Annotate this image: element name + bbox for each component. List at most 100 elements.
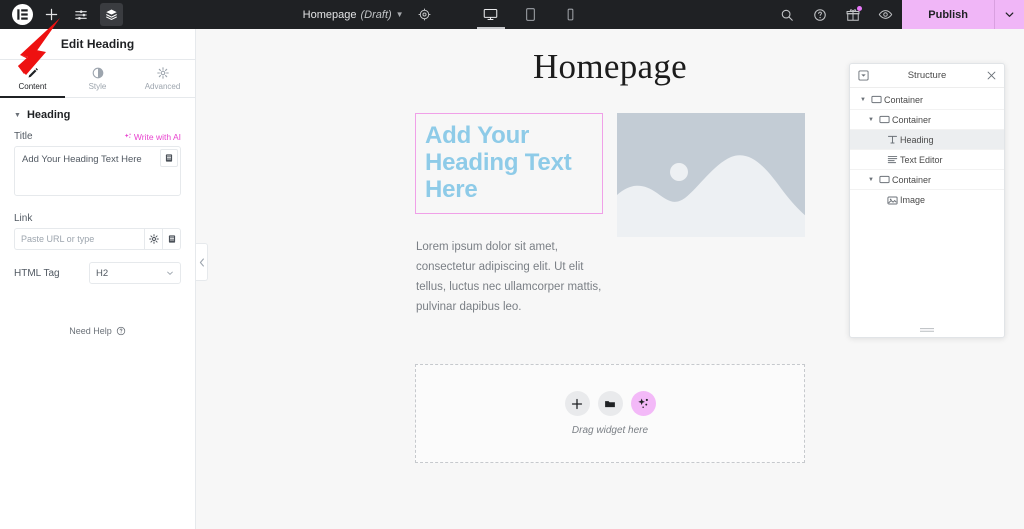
tab-advanced[interactable]: Advanced [130,60,195,97]
tab-content[interactable]: Content [0,60,65,98]
caret-down-icon: ▼ [14,111,21,119]
dropzone-label: Drag widget here [571,425,649,437]
structure-item-heading[interactable]: Heading [850,130,1004,150]
link-options-button[interactable] [144,228,163,250]
caret-down-icon[interactable]: ▼ [858,97,868,103]
question-circle-icon [116,326,125,336]
folder-icon [605,400,615,407]
eye-icon [879,10,893,19]
dropzone-buttons [564,391,656,417]
pencil-icon [28,67,38,77]
container-left-column: Add Your Heading Text Here Lorem ipsum d… [415,113,603,317]
heading-controls: Title Write with AI Link [0,131,195,336]
structure-close-button[interactable] [984,71,998,80]
sparkle-icon [637,398,648,409]
elementor-logo-button[interactable] [8,0,37,29]
title-textarea-wrap [14,146,181,201]
structure-toggle-button[interactable] [100,3,123,26]
structure-item-container-2[interactable]: ▼ Container [850,110,1004,130]
link-input[interactable] [14,228,144,250]
tab-style[interactable]: Style [65,60,130,97]
html-tag-value: H2 [96,267,109,279]
structure-item-text-editor[interactable]: Text Editor [850,150,1004,170]
container-icon [876,114,892,125]
plus-icon [45,8,58,21]
structure-item-label: Heading [900,134,934,145]
container-icon [876,174,892,185]
structure-item-container-1[interactable]: ▼ Container [850,90,1004,110]
page-settings-button[interactable] [418,8,431,21]
title-dynamic-tag-button[interactable] [160,149,178,167]
add-widget-button[interactable] [564,391,590,417]
chevron-down-icon [1005,12,1014,17]
structure-item-image[interactable]: Image [850,190,1004,210]
preview-button[interactable] [869,0,902,29]
add-element-button[interactable] [37,0,66,29]
link-dynamic-tag-button[interactable] [162,228,181,250]
widget-dropzone[interactable]: Drag widget here [415,364,805,464]
link-label: Link [14,213,33,224]
write-with-ai-link[interactable]: Write with AI [124,132,181,142]
collapse-all-button[interactable] [856,70,870,81]
finder-search-button[interactable] [770,0,803,29]
heading-icon [884,134,900,145]
whats-new-button[interactable] [836,0,869,29]
add-template-button[interactable] [597,391,623,417]
title-label: Title [14,131,33,142]
sparkle-icon [124,133,131,138]
dynamic-tag-icon [168,235,175,243]
plus-icon [571,398,583,409]
desktop-icon [483,8,498,21]
tab-advanced-label: Advanced [144,81,181,91]
chevron-left-icon [199,257,204,267]
caret-down-icon[interactable]: ▼ [866,177,876,183]
tablet-icon [526,8,535,21]
link-input-row [14,228,181,250]
title-control-row: Title Write with AI [14,131,181,142]
structure-tree: ▼ Container ▼ Container Heading Text Edi… [850,88,1004,323]
tab-style-label: Style [88,81,107,91]
document-title: Homepage [302,8,357,21]
resize-grip-icon [920,328,934,332]
need-help-link[interactable]: Need Help [14,326,181,336]
need-help-label: Need Help [69,326,112,336]
structure-resize-grip[interactable] [850,323,1004,337]
ai-builder-button[interactable] [630,391,656,417]
help-button[interactable] [803,0,836,29]
structure-item-label: Image [900,195,926,205]
structure-item-container-3[interactable]: ▼ Container [850,170,1004,190]
caret-down-icon[interactable]: ▼ [866,117,876,123]
site-settings-button[interactable] [66,0,95,29]
device-tablet-button[interactable] [511,0,551,29]
heading-section-header[interactable]: ▼ Heading [0,98,195,131]
html-tag-select[interactable]: H2 [89,262,181,284]
structure-panel-header: Structure [850,64,1004,88]
container-icon [868,94,884,105]
panel-tabs: Content Style Advanced [0,60,195,98]
top-bar-left-group [0,0,123,29]
title-input[interactable] [14,146,181,196]
chevron-down-icon: ▼ [395,10,404,19]
image-icon [884,195,900,206]
heading-widget[interactable]: Add Your Heading Text Here [415,113,603,215]
heading-section-title: Heading [26,109,71,121]
device-desktop-button[interactable] [471,0,511,29]
panel-collapse-button[interactable] [196,243,208,281]
device-mobile-button[interactable] [551,0,591,29]
device-mode-switcher [471,0,591,29]
document-title-dropdown[interactable]: Homepage (Draft) ▼ [303,9,404,21]
gear-icon [418,8,431,21]
publish-button[interactable]: Publish [902,0,994,29]
collapse-all-icon [857,70,869,81]
structure-item-label: Container [892,114,932,125]
gear-icon [156,66,169,79]
text-editor-widget[interactable]: Lorem ipsum dolor sit amet, consectetur … [415,238,603,317]
chevron-down-icon [167,271,173,275]
image-widget[interactable] [617,113,805,237]
publish-options-button[interactable] [994,0,1024,29]
panel-header-title: Edit Heading [0,29,195,60]
top-bar-right-group: Publish [770,0,1024,29]
mobile-icon [567,8,574,21]
question-circle-icon [813,8,826,21]
structure-panel-title: Structure [907,70,947,81]
